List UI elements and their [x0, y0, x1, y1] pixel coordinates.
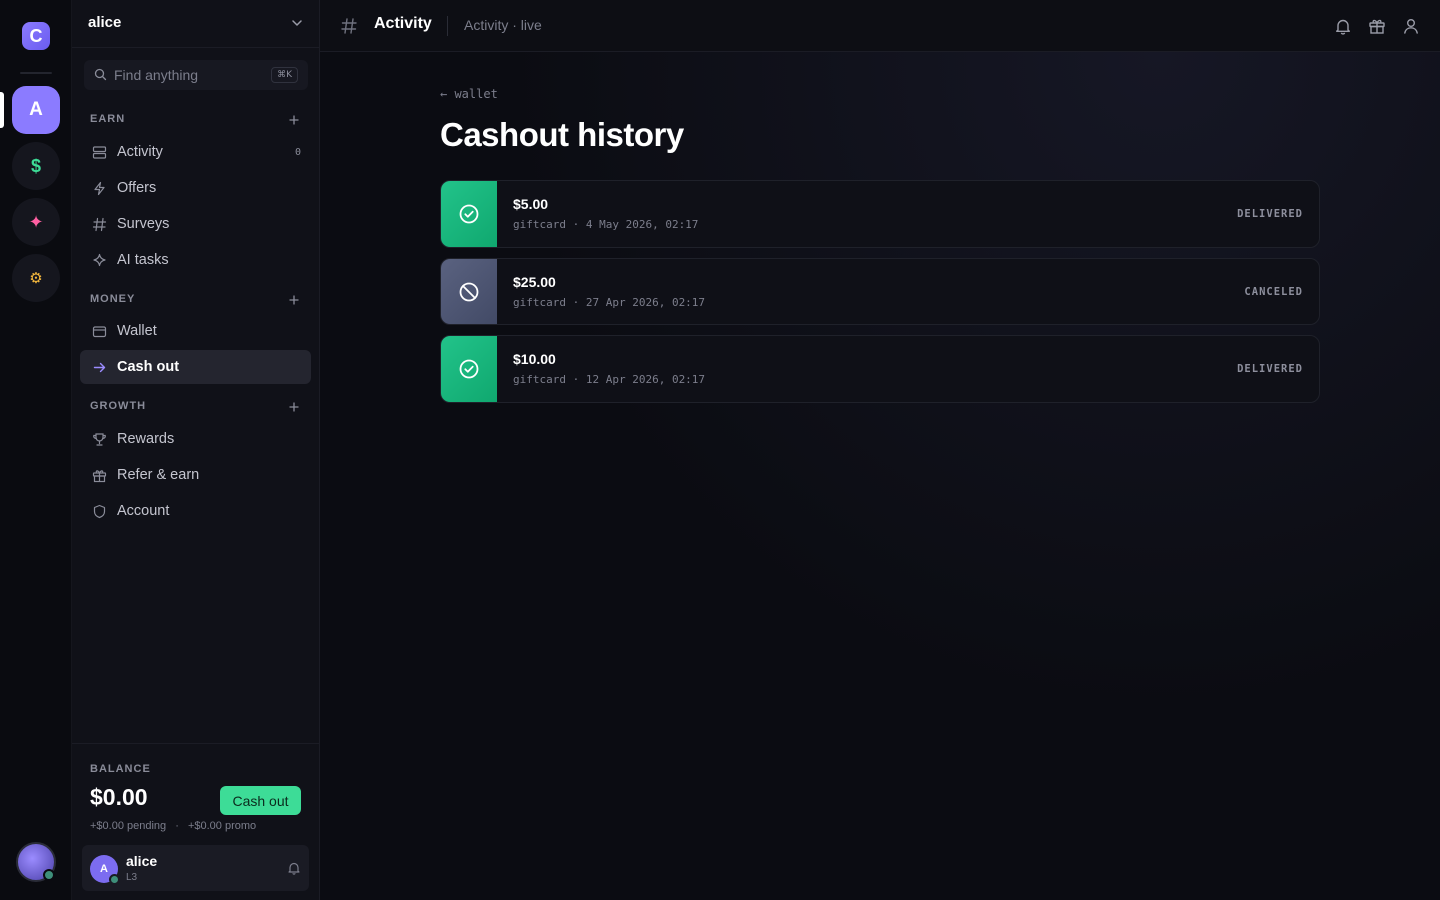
gift-icon	[92, 469, 107, 482]
balance-subtext: +$0.00 pending · +$0.00 promo	[90, 820, 256, 832]
app-logo[interactable]: C	[22, 22, 50, 50]
plus-icon[interactable]	[289, 295, 299, 305]
shortcut-hint: ⌘K	[271, 67, 298, 83]
activity-count: 0	[294, 146, 301, 158]
user-level: L3	[126, 872, 138, 883]
sidebar: alice ⌘K EARN Activity 0 Offers Surveys …	[72, 0, 320, 900]
row-meta: giftcard · 12 Apr 2026, 02:17	[513, 373, 706, 386]
promo-amount: +$0.00 promo	[187, 820, 257, 832]
cashout-row[interactable]: $10.00 giftcard · 12 Apr 2026, 02:17 DEL…	[440, 335, 1320, 403]
back-link[interactable]: ← wallet	[440, 87, 498, 101]
ban-icon	[459, 282, 479, 301]
row-amount: $25.00	[513, 274, 556, 290]
hash-icon	[341, 18, 357, 34]
sidebar-item-label: Wallet	[117, 323, 157, 339]
sidebar-item-offers[interactable]: Offers	[80, 171, 311, 205]
trophy-icon	[93, 432, 106, 446]
sidebar-item-label: Offers	[117, 180, 157, 196]
status-badge: DELIVERED	[1237, 208, 1303, 220]
row-status-tile	[441, 181, 497, 247]
section-label-money: MONEY	[90, 293, 136, 305]
sidebar-item-label: Account	[117, 503, 170, 519]
sidebar-item-wallet[interactable]: Wallet	[80, 314, 311, 348]
rail-user-avatar[interactable]	[16, 842, 56, 882]
hash-icon	[92, 217, 107, 231]
check-circle-icon	[459, 204, 479, 224]
rail-item-alice[interactable]: A	[12, 86, 60, 134]
avatar-initial: A	[100, 863, 108, 875]
gift-icon[interactable]	[1368, 17, 1386, 35]
avatar: A	[90, 855, 120, 885]
sidebar-item-label: Surveys	[117, 216, 170, 232]
page-title: Cashout history	[440, 116, 684, 153]
bolt-icon	[94, 181, 105, 195]
status-badge: CANCELED	[1244, 286, 1303, 298]
arrow-right-icon	[93, 362, 106, 372]
sparkle-icon	[93, 253, 106, 266]
sidebar-item-ai-tasks[interactable]: AI tasks	[80, 243, 311, 277]
section-label-growth: GROWTH	[90, 400, 147, 412]
row-amount: $5.00	[513, 196, 549, 212]
status-badge: DELIVERED	[1237, 363, 1303, 375]
section-label-earn: EARN	[90, 113, 126, 125]
rail-active-indicator	[0, 92, 4, 128]
row-status-tile	[441, 259, 497, 324]
channel-title: Activity	[374, 15, 432, 32]
search-input[interactable]	[114, 60, 264, 90]
status-dot	[43, 869, 55, 881]
sidebar-item-activity[interactable]: Activity 0	[80, 135, 311, 169]
sidebar-item-label: Refer & earn	[117, 467, 200, 483]
sidebar-item-label: Rewards	[117, 431, 175, 447]
workspace-switcher[interactable]: alice	[72, 0, 320, 48]
balance-panel: BALANCE $0.00 Cash out +$0.00 pending · …	[72, 743, 320, 900]
plus-icon[interactable]	[289, 402, 299, 412]
rail-separator	[20, 72, 52, 74]
sidebar-item-cash-out[interactable]: Cash out	[80, 350, 311, 384]
wallet-icon	[92, 325, 107, 337]
check-circle-icon	[459, 359, 479, 379]
shield-icon	[93, 504, 106, 518]
balance-label: BALANCE	[90, 763, 151, 775]
sidebar-item-account[interactable]: Account	[80, 494, 311, 528]
cashout-row[interactable]: $5.00 giftcard · 4 May 2026, 02:17 DELIV…	[440, 180, 1320, 248]
balance-separator: ·	[175, 820, 179, 832]
search-icon	[94, 68, 107, 81]
balance-amount: $0.00	[90, 784, 148, 810]
rail-item-money[interactable]: $	[12, 142, 60, 190]
user-icon[interactable]	[1402, 17, 1420, 35]
workspace-name: alice	[88, 14, 122, 31]
pending-amount: +$0.00 pending	[90, 820, 167, 832]
title-divider	[447, 16, 448, 36]
sidebar-item-rewards[interactable]: Rewards	[80, 422, 311, 456]
plus-icon[interactable]	[289, 115, 299, 125]
bell-icon[interactable]	[1334, 17, 1352, 35]
bell-icon[interactable]	[287, 861, 301, 875]
row-meta: giftcard · 4 May 2026, 02:17	[513, 218, 699, 231]
row-status-tile	[441, 336, 497, 402]
top-bar: Activity Activity · live	[320, 0, 1440, 52]
channel-subtitle: Activity · live	[464, 17, 542, 33]
status-dot	[109, 874, 120, 885]
rail-item-settings[interactable]: ⚙	[12, 254, 60, 302]
row-meta: giftcard · 27 Apr 2026, 02:17	[513, 296, 706, 309]
row-amount: $10.00	[513, 351, 556, 367]
sidebar-item-refer[interactable]: Refer & earn	[80, 458, 311, 492]
sidebar-item-label: AI tasks	[117, 252, 169, 268]
sidebar-item-surveys[interactable]: Surveys	[80, 207, 311, 241]
search-box[interactable]: ⌘K	[84, 60, 308, 90]
user-card[interactable]: A alice L3	[82, 845, 309, 891]
stack-icon	[92, 145, 107, 159]
sidebar-item-label: Cash out	[117, 359, 180, 375]
rail-item-ai[interactable]: ✦	[12, 198, 60, 246]
cash-out-button[interactable]: Cash out	[220, 786, 301, 815]
main-content: ← wallet Cashout history $5.00 giftcard …	[320, 52, 1440, 900]
cashout-row[interactable]: $25.00 giftcard · 27 Apr 2026, 02:17 CAN…	[440, 258, 1320, 325]
server-rail: C A $ ✦ ⚙	[0, 0, 72, 900]
user-name: alice	[126, 853, 158, 869]
sidebar-item-label: Activity	[117, 144, 163, 160]
chevron-down-icon	[292, 20, 302, 26]
